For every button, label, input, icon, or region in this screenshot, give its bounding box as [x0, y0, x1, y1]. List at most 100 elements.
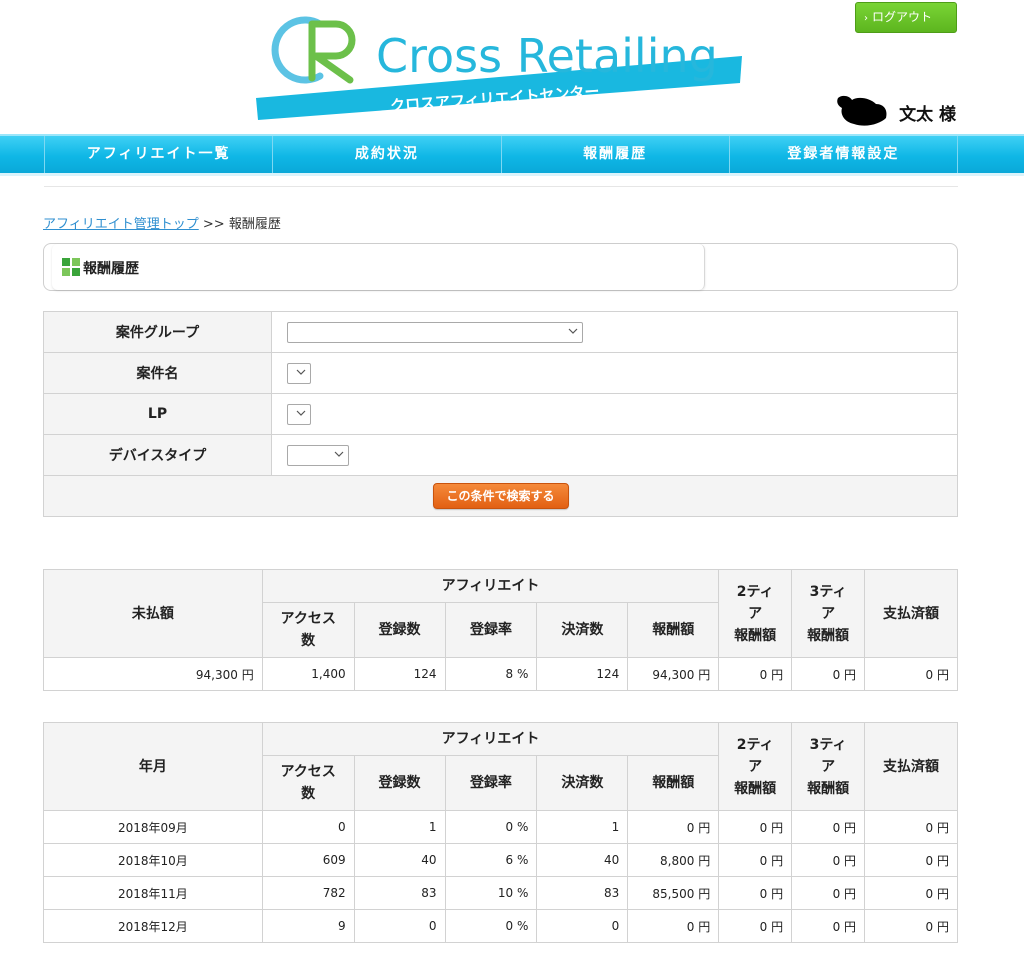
nav-item-reward-history[interactable]: 報酬履歴: [502, 136, 730, 173]
search-button[interactable]: この条件で検索する: [432, 483, 569, 509]
logout-button[interactable]: › ログアウト: [855, 2, 957, 33]
nav-item-affiliate-list[interactable]: アフィリエイト一覧: [45, 136, 274, 173]
header-paid: 支払済額: [864, 569, 958, 658]
cell-tier2: 0 円: [718, 657, 793, 691]
chevron-right-icon: ›: [864, 13, 868, 24]
divider: [44, 186, 958, 187]
cell-year-month: 2018年12月: [43, 909, 263, 943]
cell-registration-rate: 10 %: [444, 876, 538, 910]
cell-registration-rate: 8 %: [444, 657, 538, 691]
device-type-select[interactable]: [287, 444, 349, 466]
form-row-lp: LP: [43, 393, 958, 435]
summary-table: 未払額 アフィリエイト 2ティア報酬額 3ティア報酬額 支払済額 アクセス数 登…: [43, 569, 958, 691]
cell-year-month: 2018年11月: [43, 876, 263, 910]
cell-tier2: 0 円: [718, 909, 793, 943]
project-group-select[interactable]: [287, 321, 583, 343]
header-registration-rate: 登録率: [444, 602, 538, 658]
cell-reward: 85,500 円: [627, 876, 720, 910]
form-label: 案件グループ: [43, 311, 272, 353]
header-year-month: 年月: [43, 722, 263, 811]
cell-year-month: 2018年10月: [43, 843, 263, 877]
cell-tier3: 0 円: [791, 843, 866, 877]
logout-label: ログアウト: [872, 10, 933, 24]
cell-payments: 40: [536, 843, 629, 877]
chevron-down-icon: [334, 451, 344, 457]
header-unpaid: 未払額: [43, 569, 263, 658]
cell-paid: 0 円: [864, 843, 958, 877]
table-row: 2018年09月 0 1 0 % 1 0 円 0 円 0 円 0 円: [43, 810, 958, 844]
header-paid: 支払済額: [864, 722, 958, 811]
cross-retailing-logo[interactable]: Cross Retailing クロスアフィリエイトセンター: [250, 10, 750, 126]
header-registrations: 登録数: [353, 755, 446, 811]
user-name: 文太 様: [836, 94, 960, 128]
lp-select[interactable]: [287, 403, 311, 425]
breadcrumb: アフィリエイト管理トップ >> 報酬履歴: [43, 213, 281, 232]
header-access: アクセス数: [261, 602, 355, 658]
header-payments: 決済数: [536, 602, 629, 658]
cell-reward: 0 円: [627, 810, 720, 844]
cell-registration-rate: 0 %: [444, 909, 538, 943]
table-row: 2018年11月 782 83 10 % 83 85,500 円 0 円 0 円…: [43, 876, 958, 910]
section-title: 報酬履歴: [83, 261, 139, 277]
redaction-mark: [837, 95, 887, 126]
cell-registrations: 40: [353, 843, 446, 877]
cell-access: 609: [261, 843, 355, 877]
cell-registration-rate: 0 %: [444, 810, 538, 844]
cell-access: 1,400: [261, 657, 355, 691]
header-affiliate-group: アフィリエイト: [261, 569, 720, 603]
cell-tier2: 0 円: [718, 810, 793, 844]
cell-payments: 1: [536, 810, 629, 844]
cell-registrations: 124: [353, 657, 446, 691]
form-row-project-group: 案件グループ: [43, 311, 958, 353]
section-title-box: 報酬履歴: [43, 243, 958, 291]
nav-item-contract-status[interactable]: 成約状況: [273, 136, 502, 173]
header-tier3: 3ティア報酬額: [791, 569, 866, 658]
cell-tier3: 0 円: [791, 657, 866, 691]
header-payments: 決済数: [536, 755, 629, 811]
header-tier2: 2ティア報酬額: [718, 569, 793, 658]
cell-access: 782: [261, 876, 355, 910]
table-row: 2018年12月 9 0 0 % 0 0 円 0 円 0 円 0 円: [43, 909, 958, 943]
header-tier3: 3ティア報酬額: [791, 722, 866, 811]
cell-payments: 0: [536, 909, 629, 943]
breadcrumb-separator: >>: [202, 217, 225, 232]
chevron-down-icon: [568, 328, 578, 334]
form-label: 案件名: [43, 352, 272, 394]
cell-tier2: 0 円: [718, 843, 793, 877]
cell-payments: 124: [536, 657, 629, 691]
header-registrations: 登録数: [353, 602, 446, 658]
breadcrumb-current: 報酬履歴: [228, 217, 281, 232]
cell-tier3: 0 円: [791, 876, 866, 910]
form-label: LP: [43, 393, 272, 435]
cell-registrations: 83: [353, 876, 446, 910]
cell-reward: 8,800 円: [627, 843, 720, 877]
cell-tier3: 0 円: [791, 909, 866, 943]
monthly-table: 年月 アフィリエイト 2ティア報酬額 3ティア報酬額 支払済額 アクセス数 登録…: [43, 722, 958, 943]
cell-paid: 0 円: [864, 909, 958, 943]
project-name-select[interactable]: [287, 362, 311, 384]
section-title-inner: 報酬履歴: [52, 244, 705, 290]
table-row: 94,300 円 1,400 124 8 % 124 94,300 円 0 円 …: [43, 657, 958, 691]
form-row-device-type: デバイスタイプ: [43, 434, 958, 476]
breadcrumb-link-top[interactable]: アフィリエイト管理トップ: [43, 217, 199, 232]
cell-paid: 0 円: [864, 657, 958, 691]
search-form: 案件グループ 案件名 LP デバイスタイプ この条件で検索する: [43, 311, 958, 517]
cell-registrations: 1: [353, 810, 446, 844]
cell-payments: 83: [536, 876, 629, 910]
header-affiliate-group: アフィリエイト: [261, 722, 720, 756]
cell-access: 0: [261, 810, 355, 844]
header-tier2: 2ティア報酬額: [718, 722, 793, 811]
header-reward: 報酬額: [627, 602, 720, 658]
form-row-submit: この条件で検索する: [43, 475, 958, 517]
cell-paid: 0 円: [864, 876, 958, 910]
nav-item-registrant-settings[interactable]: 登録者情報設定: [730, 136, 958, 173]
cell-reward: 94,300 円: [627, 657, 720, 691]
cell-unpaid: 94,300 円: [43, 657, 263, 691]
form-label: デバイスタイプ: [43, 434, 272, 476]
form-row-project-name: 案件名: [43, 352, 958, 394]
header-access: アクセス数: [261, 755, 355, 811]
main-nav: アフィリエイト一覧 成約状況 報酬履歴 登録者情報設定: [0, 134, 1024, 176]
cell-tier2: 0 円: [718, 876, 793, 910]
header: Cross Retailing クロスアフィリエイトセンター › ログアウト 文太…: [0, 0, 1024, 134]
cell-paid: 0 円: [864, 810, 958, 844]
